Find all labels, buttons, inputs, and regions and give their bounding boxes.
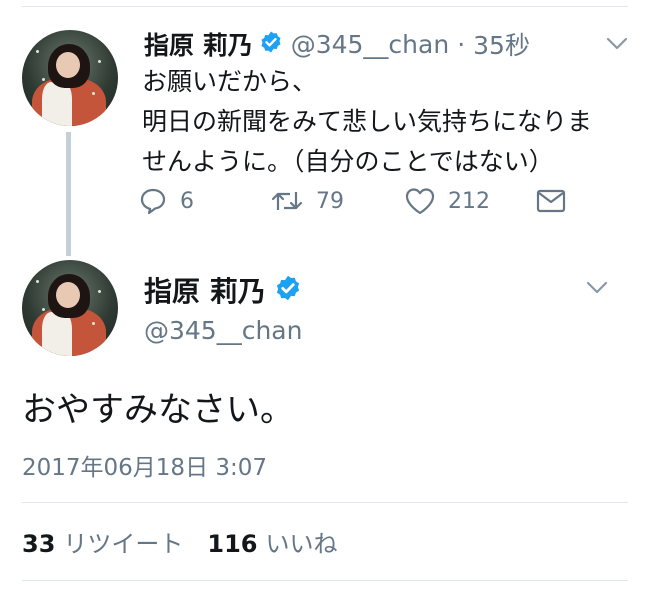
tweet-stats: 33 リツイート 116 いいね <box>22 524 338 559</box>
timestamp-divider <box>22 502 628 503</box>
main-tweet-name-row: 指原 莉乃 <box>144 270 302 310</box>
avatar-figure-collar <box>42 312 72 356</box>
verified-badge-icon <box>259 30 283 58</box>
avatar-sparkle <box>42 78 45 81</box>
avatar-figure-face <box>56 282 80 308</box>
verified-badge-icon <box>274 274 302 306</box>
display-name[interactable]: 指原 莉乃 <box>144 270 266 310</box>
user-handle[interactable]: @345__chan <box>144 316 302 345</box>
tweet-text-line: せんように。（自分のことではない） <box>142 147 554 176</box>
chevron-down-icon[interactable] <box>606 36 628 55</box>
user-handle[interactable]: @345__chan <box>291 30 449 59</box>
retweet-icon <box>271 192 303 210</box>
like-button[interactable]: 212 <box>404 186 490 216</box>
reply-count: 6 <box>180 188 194 214</box>
top-divider <box>22 6 628 7</box>
tweet-text-line: お願いだから、 <box>142 67 318 96</box>
stats-divider <box>22 580 628 581</box>
avatar-sparkle <box>92 322 95 325</box>
retweets-count[interactable]: 33 <box>22 530 55 558</box>
likes-count[interactable]: 116 <box>207 530 257 558</box>
thread-connector-line <box>66 132 71 256</box>
reply-tweet-text: お願いだから、 明日の新聞をみて悲しい気持ちになりま せんように。（自分のことで… <box>142 62 642 182</box>
message-button[interactable] <box>536 188 578 214</box>
chevron-down-icon[interactable] <box>586 280 608 299</box>
avatar-sparkle <box>98 60 101 63</box>
avatar-sparkle <box>98 290 101 293</box>
likes-label[interactable]: いいね <box>266 524 338 559</box>
tweet-time[interactable]: 35秒 <box>473 26 530 62</box>
avatar-sparkle <box>36 280 39 283</box>
avatar-sparkle <box>92 92 95 95</box>
retweet-button[interactable]: 79 <box>270 186 344 216</box>
reply-tweet-header: 指原 莉乃 @345__chan · 35秒 <box>144 26 530 62</box>
reply-icon <box>140 188 166 215</box>
avatar-sparkle <box>42 308 45 311</box>
avatar[interactable] <box>22 260 118 356</box>
avatar[interactable] <box>22 30 118 126</box>
display-name[interactable]: 指原 莉乃 <box>144 26 253 62</box>
main-tweet-text: おやすみなさい。 <box>22 390 294 430</box>
like-count: 212 <box>448 188 490 214</box>
avatar-sparkle <box>36 50 39 53</box>
retweet-count: 79 <box>316 188 344 214</box>
avatar-figure-face <box>56 52 80 78</box>
tweet-timestamp[interactable]: 2017年06月18日 3:07 <box>22 448 267 482</box>
reply-button[interactable]: 6 <box>138 186 194 216</box>
like-icon <box>405 188 435 215</box>
retweets-label[interactable]: リツイート <box>63 524 183 559</box>
message-icon <box>536 189 566 213</box>
tweet-text-line: 明日の新聞をみて悲しい気持ちになりま <box>142 107 593 136</box>
separator-dot: · <box>457 29 466 59</box>
avatar-figure-collar <box>42 82 72 126</box>
